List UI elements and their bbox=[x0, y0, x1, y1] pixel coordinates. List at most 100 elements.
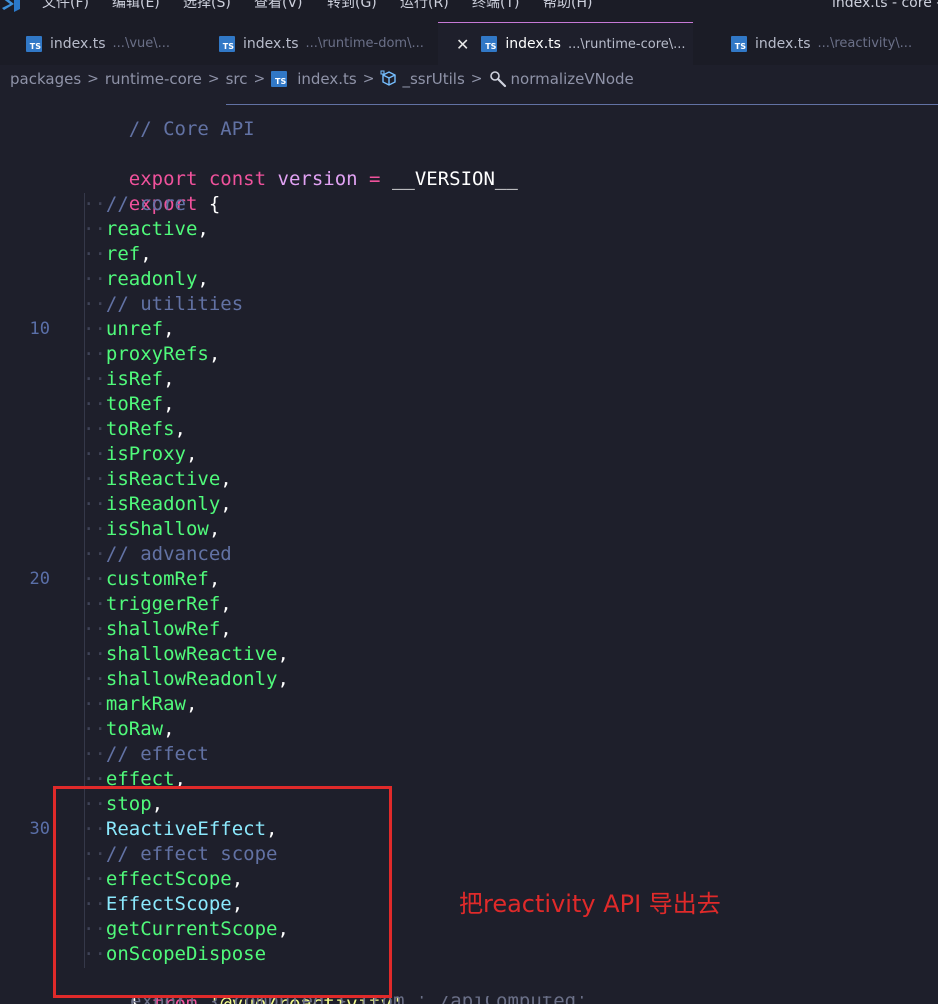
menu-run[interactable]: 运行(R) bbox=[400, 0, 449, 12]
code-line-export-member: ··shallowRef, bbox=[83, 617, 232, 642]
chevron-right-icon: > bbox=[207, 71, 220, 87]
tab-runtime-core-index[interactable]: ✕ TS index.ts ...\runtime-core\... bbox=[438, 22, 693, 65]
whitespace-marker: ·· bbox=[83, 568, 106, 590]
whitespace-marker: ·· bbox=[83, 218, 106, 240]
export-identifier: isReadonly bbox=[105, 493, 221, 515]
annotation-text: 把reactivity API 导出去 bbox=[459, 890, 721, 918]
comma-punctuation: , bbox=[174, 418, 186, 440]
menu-file[interactable]: 文件(F) bbox=[42, 0, 89, 12]
code-line-export-member: ··isReadonly, bbox=[83, 492, 232, 517]
code-line-export-member: ··ref, bbox=[83, 242, 152, 267]
whitespace-marker: ·· bbox=[83, 543, 106, 565]
comment-rule bbox=[226, 104, 938, 105]
code-line-export-member: ··isProxy, bbox=[83, 442, 197, 467]
whitespace-marker: ·· bbox=[83, 718, 106, 740]
tab-file-path: ...\runtime-dom\... bbox=[305, 36, 424, 51]
code-line-export-member: ··isShallow, bbox=[83, 517, 220, 542]
code-comment: // core bbox=[105, 193, 186, 215]
line-number-20: 20 bbox=[29, 569, 50, 589]
breadcrumb-item-src[interactable]: src bbox=[226, 70, 248, 88]
code-line-export-member: ··toRefs, bbox=[83, 417, 186, 442]
comma-punctuation: , bbox=[185, 693, 198, 715]
tab-reactivity-index[interactable]: TS index.ts ...\reactivity\... bbox=[731, 22, 938, 65]
export-identifier: toRef bbox=[105, 393, 164, 415]
tab-vue-index[interactable]: TS index.ts ...\vue\... bbox=[26, 22, 196, 65]
export-identifier: isReactive bbox=[105, 468, 221, 490]
export-identifier: isRef bbox=[105, 368, 164, 390]
comma-punctuation: , bbox=[220, 493, 232, 515]
annotation-highlight-box bbox=[53, 786, 392, 998]
code-line-export-member: ··markRaw, bbox=[83, 692, 197, 717]
menu-terminal[interactable]: 终端(T) bbox=[472, 0, 519, 12]
code-line-comment: ··// core bbox=[83, 192, 186, 217]
breadcrumb: packages > runtime-core > src > TS index… bbox=[0, 65, 938, 93]
export-identifier: ref bbox=[105, 243, 141, 265]
whitespace-marker: ·· bbox=[83, 368, 106, 390]
breadcrumb-item-runtime-core[interactable]: runtime-core bbox=[105, 70, 202, 88]
whitespace-marker: ·· bbox=[83, 643, 106, 665]
module-icon bbox=[380, 70, 398, 88]
export-identifier: customRef bbox=[105, 568, 209, 590]
export-identifier: readonly bbox=[105, 268, 198, 290]
tab-file-name: index.ts bbox=[243, 35, 299, 52]
code-line-comment: ··// advanced bbox=[83, 542, 232, 567]
comma-punctuation: , bbox=[220, 593, 232, 615]
whitespace-marker: ·· bbox=[83, 393, 106, 415]
breadcrumb-item-packages[interactable]: packages bbox=[10, 70, 81, 88]
menu-go[interactable]: 转到(G) bbox=[327, 0, 377, 12]
tab-file-path: ...\runtime-core\... bbox=[567, 36, 686, 52]
comma-punctuation: , bbox=[197, 218, 209, 240]
chevron-right-icon: > bbox=[362, 71, 375, 87]
code-line-export-member: ··proxyRefs, bbox=[83, 342, 220, 367]
export-identifier: toRefs bbox=[105, 418, 175, 440]
menu-view[interactable]: 查看(V) bbox=[254, 0, 303, 12]
vscode-logo-icon[interactable] bbox=[0, 0, 24, 12]
comma-punctuation: , bbox=[208, 568, 221, 590]
code-line-export-member: ··shallowReactive, bbox=[83, 642, 289, 667]
code-line-version: export const version = __VERSION__ bbox=[128, 168, 518, 190]
tab-runtime-dom-index[interactable]: TS index.ts ...\runtime-dom\... bbox=[219, 22, 431, 65]
comma-punctuation: , bbox=[208, 518, 221, 540]
comma-punctuation: , bbox=[163, 718, 175, 740]
comma-punctuation: , bbox=[277, 643, 289, 665]
menu-bar: 文件(F) 编辑(E) 选择(S) 查看(V) 转到(G) 运行(R) 终端(T… bbox=[0, 0, 938, 14]
typescript-file-icon: TS bbox=[271, 71, 288, 87]
whitespace-marker: ·· bbox=[83, 343, 106, 365]
comma-punctuation: , bbox=[163, 393, 175, 415]
menu-help[interactable]: 帮助(H) bbox=[543, 0, 592, 12]
code-comment: // effect bbox=[105, 743, 209, 765]
code-line-export-member: ··readonly, bbox=[83, 267, 209, 292]
chevron-right-icon: > bbox=[87, 71, 99, 87]
menu-selection[interactable]: 选择(S) bbox=[183, 0, 231, 12]
tab-file-name: index.ts bbox=[505, 36, 561, 52]
code-line-export-member: ··triggerRef, bbox=[83, 592, 232, 617]
tab-file-path: ...\reactivity\... bbox=[817, 36, 913, 51]
comma-punctuation: , bbox=[140, 243, 152, 265]
export-identifier: triggerRef bbox=[105, 593, 221, 615]
whitespace-marker: ·· bbox=[83, 593, 106, 615]
tab-file-name: index.ts bbox=[50, 35, 106, 52]
comma-punctuation: , bbox=[220, 618, 232, 640]
window-title: index.ts - core - bbox=[832, 0, 938, 11]
close-icon[interactable]: ✕ bbox=[456, 35, 469, 54]
breadcrumb-item-ssrutils[interactable]: _ssrUtils bbox=[402, 70, 464, 88]
export-identifier: toRaw bbox=[105, 718, 164, 740]
whitespace-marker: ·· bbox=[83, 493, 106, 515]
whitespace-marker: ·· bbox=[83, 243, 106, 265]
export-identifier: unref bbox=[105, 318, 164, 340]
code-line-export-member: ··customRef, bbox=[83, 567, 220, 592]
breadcrumb-item-normalizevnode[interactable]: normalizeVNode bbox=[511, 70, 634, 88]
typescript-file-icon: TS bbox=[26, 35, 42, 52]
code-line-export-member: ··isReactive, bbox=[83, 467, 232, 492]
menu-edit[interactable]: 编辑(E) bbox=[112, 0, 160, 12]
line-number-10: 10 bbox=[29, 319, 50, 339]
code-line-comment: ··// effect bbox=[83, 742, 209, 767]
code-line-export-member: ··reactive, bbox=[83, 217, 209, 242]
comma-punctuation: , bbox=[163, 318, 175, 340]
export-identifier: shallowReactive bbox=[105, 643, 278, 665]
code-line-export-open: export { bbox=[128, 193, 221, 215]
code-line-export-member: ··toRaw, bbox=[83, 717, 175, 742]
breadcrumb-item-index-ts[interactable]: index.ts bbox=[297, 70, 357, 88]
whitespace-marker: ·· bbox=[83, 443, 106, 465]
tab-file-path: ...\vue\... bbox=[112, 36, 171, 51]
